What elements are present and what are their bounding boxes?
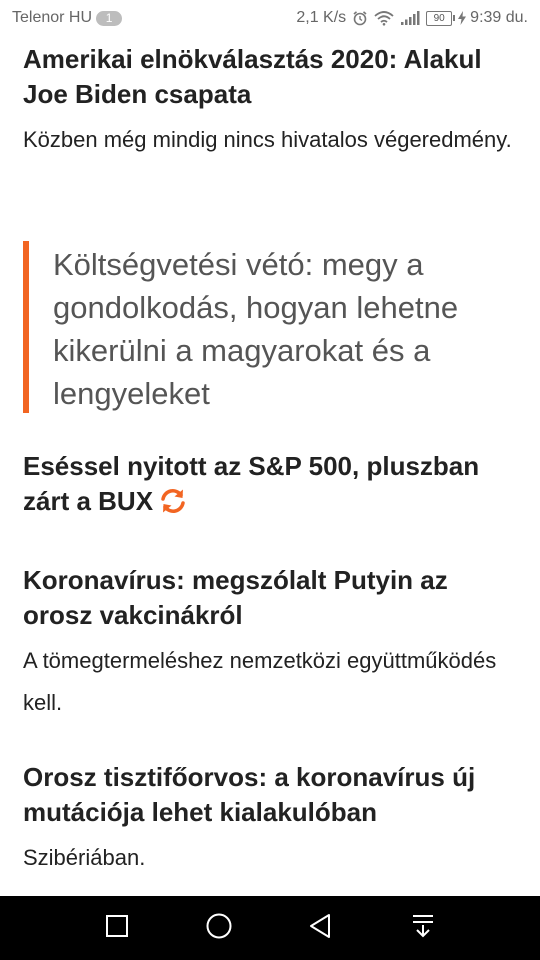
status-left: Telenor HU 1: [12, 9, 123, 27]
article-biden[interactable]: Amerikai elnökválasztás 2020: Alakul Joe…: [23, 42, 518, 161]
article-headline[interactable]: Eséssel nyitott az S&P 500, pluszban zár…: [23, 449, 518, 523]
square-icon: [105, 914, 129, 943]
charging-bolt-icon: [458, 11, 467, 25]
quote-article[interactable]: Költségvetési vétó: megy a gondolkodás, …: [23, 241, 523, 413]
navigation-bar: [0, 896, 540, 960]
news-feed: Amerikai elnökválasztás 2020: Alakul Joe…: [0, 36, 540, 896]
refresh-icon: [159, 488, 187, 523]
battery-level: 90: [426, 10, 453, 26]
wifi-icon: [374, 10, 394, 26]
recent-apps-button[interactable]: [101, 912, 133, 944]
article-headline-text: Eséssel nyitott az S&P 500, pluszban zár…: [23, 451, 480, 516]
article-lead: Közben még mindig nincs hivatalos végere…: [23, 127, 512, 152]
article-headline[interactable]: Orosz tisztifőorvos: a koronavírus új mu…: [23, 760, 518, 830]
article-bux[interactable]: Eséssel nyitott az S&P 500, pluszban zár…: [23, 449, 518, 523]
notification-pull-icon: [411, 913, 435, 944]
article-putyin[interactable]: Koronavírus: megszólalt Putyin az orosz …: [23, 563, 518, 724]
network-speed: 2,1 K/s: [296, 9, 347, 26]
battery-tip: [453, 15, 456, 21]
circle-icon: [205, 912, 233, 945]
triangle-back-icon: [308, 913, 334, 944]
alarm-icon: [352, 10, 368, 26]
status-right: 2,1 K/s 90 9:39 du.: [296, 9, 528, 27]
carrier-name: Telenor HU: [12, 9, 93, 26]
notification-count-badge: 1: [96, 10, 123, 26]
signal-icon: [400, 10, 420, 26]
home-button[interactable]: [203, 912, 235, 944]
article-lead: A tömegtermeléshez nemzetközi együttműkö…: [23, 648, 497, 715]
article-mutacio[interactable]: Orosz tisztifőorvos: a koronavírus új mu…: [23, 760, 518, 879]
article-headline[interactable]: Amerikai elnökválasztás 2020: Alakul Joe…: [23, 42, 518, 112]
notification-pull-button[interactable]: [407, 912, 439, 944]
article-headline[interactable]: Koronavírus: megszólalt Putyin az orosz …: [23, 563, 518, 633]
quote-text[interactable]: Költségvetési vétó: megy a gondolkodás, …: [53, 241, 523, 415]
article-lead: Szibériában.: [23, 845, 146, 870]
status-bar: Telenor HU 1 2,1 K/s 90 9:39 du.: [0, 0, 540, 36]
back-button[interactable]: [305, 912, 337, 944]
clock: 9:39 du.: [470, 9, 528, 26]
battery-icon: 90: [426, 10, 456, 26]
